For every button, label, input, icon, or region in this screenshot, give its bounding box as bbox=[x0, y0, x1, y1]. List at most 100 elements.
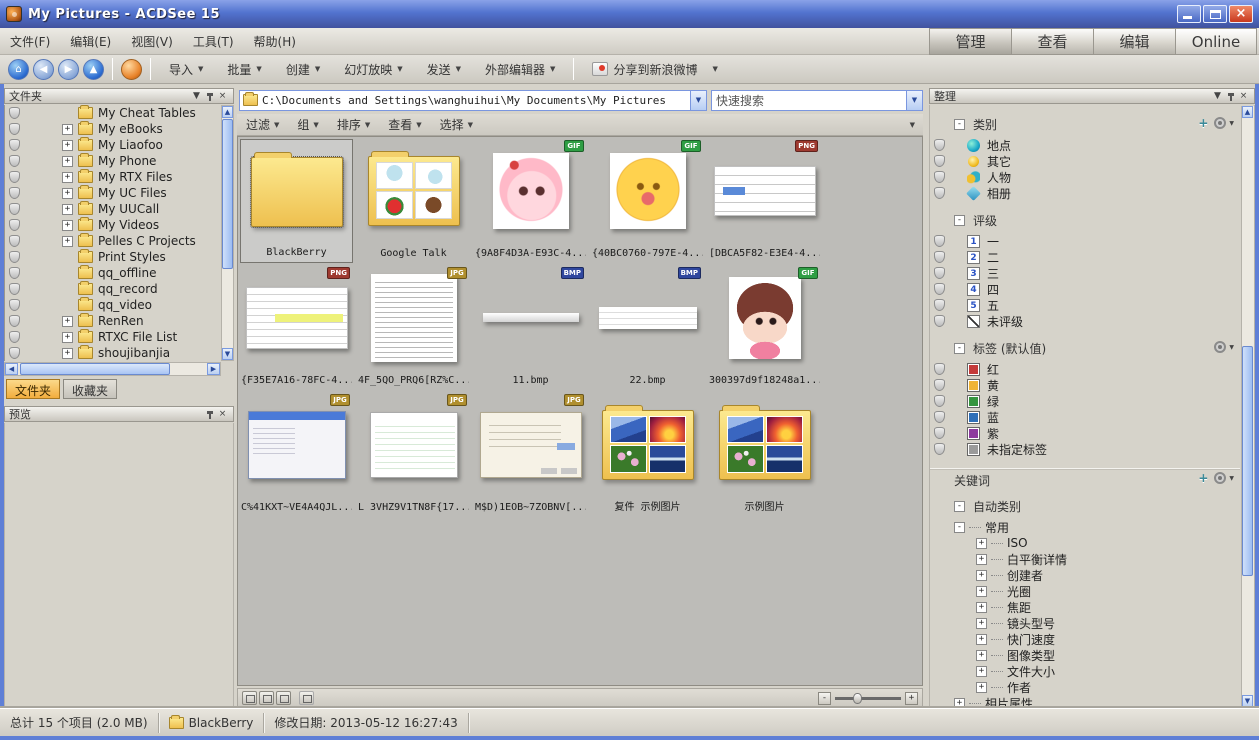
zoom-in-button[interactable]: + bbox=[905, 692, 918, 705]
expander-icon[interactable]: + bbox=[62, 156, 73, 167]
pin-icon[interactable] bbox=[203, 90, 216, 102]
auto-category-item-白平衡详情[interactable]: +白平衡详情 bbox=[930, 551, 1240, 567]
quick-select-shield-icon[interactable] bbox=[934, 235, 945, 247]
menu-item[interactable]: 文件(F) bbox=[0, 29, 60, 54]
rating-item-五[interactable]: 5五 bbox=[930, 297, 1240, 313]
image-tile[interactable]: JPGL 3VHZ9V1TN8F{17... bbox=[357, 393, 470, 517]
organize-vscrollbar[interactable]: ▲ ▼ bbox=[1241, 106, 1254, 707]
auto-category-item-创建者[interactable]: +创建者 bbox=[930, 567, 1240, 583]
section-header-标签 (默认值)[interactable]: -标签 (默认值)▼ bbox=[930, 339, 1240, 357]
expander-icon[interactable]: + bbox=[62, 220, 73, 231]
expander-icon[interactable]: + bbox=[976, 538, 987, 549]
toolbar-button-幻灯放映[interactable]: 幻灯放映▼ bbox=[332, 57, 414, 82]
expander-icon[interactable]: + bbox=[62, 124, 73, 135]
expander-icon[interactable]: - bbox=[954, 522, 965, 533]
auto-category-group-相片属性[interactable]: +相片属性 bbox=[930, 695, 1240, 708]
scrollbar-thumb[interactable] bbox=[1242, 346, 1253, 576]
folder-tree-item[interactable]: qq_record bbox=[5, 281, 234, 297]
view-mode-3-button[interactable] bbox=[276, 691, 291, 705]
auto-category-item-作者[interactable]: +作者 bbox=[930, 679, 1240, 695]
mode-tab-编辑[interactable]: 编辑 bbox=[1093, 28, 1175, 55]
close-icon[interactable]: × bbox=[216, 408, 229, 420]
folder-tile[interactable]: Google Talk bbox=[357, 139, 470, 263]
section-header-评级[interactable]: -评级 bbox=[930, 211, 1240, 229]
folder-tree-item[interactable]: +RenRen bbox=[5, 313, 234, 329]
back-icon[interactable]: ◀ bbox=[33, 59, 54, 80]
expander-icon[interactable]: + bbox=[62, 140, 73, 151]
quick-select-shield-icon[interactable] bbox=[934, 267, 945, 279]
auto-category-item-镜头型号[interactable]: +镜头型号 bbox=[930, 615, 1240, 631]
gear-icon[interactable] bbox=[1214, 117, 1226, 129]
folder-tree-vscrollbar[interactable]: ▲ ▼ bbox=[221, 105, 234, 361]
toolbar-button-发送[interactable]: 发送▼ bbox=[415, 57, 473, 82]
add-icon[interactable]: + bbox=[1198, 472, 1208, 484]
section-header-自动类别[interactable]: -自动类别 bbox=[930, 497, 1240, 515]
auto-category-item-焦距[interactable]: +焦距 bbox=[930, 599, 1240, 615]
filter-button-组[interactable]: 组▼ bbox=[288, 113, 327, 136]
mode-tab-查看[interactable]: 查看 bbox=[1011, 28, 1093, 55]
view-mode-4-button[interactable] bbox=[299, 691, 314, 705]
category-item-其它[interactable]: 其它 bbox=[930, 153, 1240, 169]
expander-icon[interactable]: + bbox=[976, 554, 987, 565]
quick-select-shield-icon[interactable] bbox=[9, 347, 20, 359]
scroll-left-icon[interactable]: ◀ bbox=[5, 363, 18, 375]
quick-select-shield-icon[interactable] bbox=[9, 267, 20, 279]
toolbar-button-导入[interactable]: 导入▼ bbox=[157, 57, 215, 82]
folder-tree-item[interactable]: qq_video bbox=[5, 297, 234, 313]
maximize-button[interactable] bbox=[1203, 5, 1227, 23]
collapse-icon[interactable]: - bbox=[954, 215, 965, 226]
quick-select-shield-icon[interactable] bbox=[934, 395, 945, 407]
quick-select-shield-icon[interactable] bbox=[9, 203, 20, 215]
panel-tab-收藏夹[interactable]: 收藏夹 bbox=[63, 379, 117, 399]
collapse-icon[interactable]: - bbox=[954, 343, 965, 354]
expander-icon[interactable]: + bbox=[62, 316, 73, 327]
expander-icon[interactable]: + bbox=[976, 666, 987, 677]
folder-tree-item[interactable]: +My Liaofoo bbox=[5, 137, 234, 153]
quick-select-shield-icon[interactable] bbox=[934, 411, 945, 423]
view-mode-1-button[interactable] bbox=[242, 691, 257, 705]
auto-category-item-ISO[interactable]: +ISO bbox=[930, 535, 1240, 551]
quick-select-shield-icon[interactable] bbox=[934, 155, 945, 167]
menu-item[interactable]: 编辑(E) bbox=[60, 29, 121, 54]
share-weibo-button[interactable]: 分享到新浪微博 ▼ bbox=[580, 57, 729, 82]
chevron-down-icon[interactable]: ▼ bbox=[690, 91, 706, 110]
expander-icon[interactable]: + bbox=[976, 618, 987, 629]
view-mode-2-button[interactable] bbox=[259, 691, 274, 705]
rating-item-三[interactable]: 3三 bbox=[930, 265, 1240, 281]
panel-menu-icon[interactable]: ▼ bbox=[1211, 90, 1224, 102]
folder-tree-item[interactable]: +My RTX Files bbox=[5, 169, 234, 185]
category-item-人物[interactable]: 人物 bbox=[930, 169, 1240, 185]
label-item-蓝[interactable]: 蓝 bbox=[930, 409, 1240, 425]
toolbar-button-创建[interactable]: 创建▼ bbox=[274, 57, 332, 82]
image-tile[interactable]: GIF300397d9f18248a1... bbox=[708, 266, 821, 390]
folder-tile[interactable]: 示例图片 bbox=[708, 393, 821, 517]
auto-category-group-常用[interactable]: -常用 bbox=[930, 519, 1240, 535]
quick-select-shield-icon[interactable] bbox=[9, 139, 20, 151]
image-tile[interactable]: JPGC%41KXT~VE4A4QJL... bbox=[240, 393, 353, 517]
quick-select-shield-icon[interactable] bbox=[934, 187, 945, 199]
folder-tile[interactable]: BlackBerry bbox=[240, 139, 353, 263]
rating-item-四[interactable]: 4四 bbox=[930, 281, 1240, 297]
quick-select-shield-icon[interactable] bbox=[9, 283, 20, 295]
expander-icon[interactable]: + bbox=[62, 188, 73, 199]
quick-select-shield-icon[interactable] bbox=[934, 139, 945, 151]
overflow-chevron-icon[interactable]: ▼ bbox=[910, 121, 923, 129]
scroll-up-icon[interactable]: ▲ bbox=[222, 106, 233, 118]
section-header-类别[interactable]: -类别+▼ bbox=[930, 115, 1240, 133]
quick-select-shield-icon[interactable] bbox=[934, 171, 945, 183]
up-icon[interactable]: ▲ bbox=[83, 59, 104, 80]
expander-icon[interactable]: + bbox=[62, 204, 73, 215]
quick-select-shield-icon[interactable] bbox=[934, 363, 945, 375]
quick-select-shield-icon[interactable] bbox=[9, 219, 20, 231]
expander-icon[interactable]: + bbox=[976, 570, 987, 581]
folder-tree-item[interactable]: +RTXC File List bbox=[5, 329, 234, 345]
pin-icon[interactable] bbox=[203, 408, 216, 420]
quick-select-shield-icon[interactable] bbox=[9, 331, 20, 343]
rating-item-二[interactable]: 2二 bbox=[930, 249, 1240, 265]
path-combo[interactable]: C:\Documents and Settings\wanghuihui\My … bbox=[239, 90, 707, 111]
label-item-红[interactable]: 红 bbox=[930, 361, 1240, 377]
quick-select-shield-icon[interactable] bbox=[9, 123, 20, 135]
quick-select-shield-icon[interactable] bbox=[9, 299, 20, 311]
filter-button-过滤[interactable]: 过滤▼ bbox=[237, 113, 288, 136]
folder-tree-item[interactable]: +My UC Files bbox=[5, 185, 234, 201]
